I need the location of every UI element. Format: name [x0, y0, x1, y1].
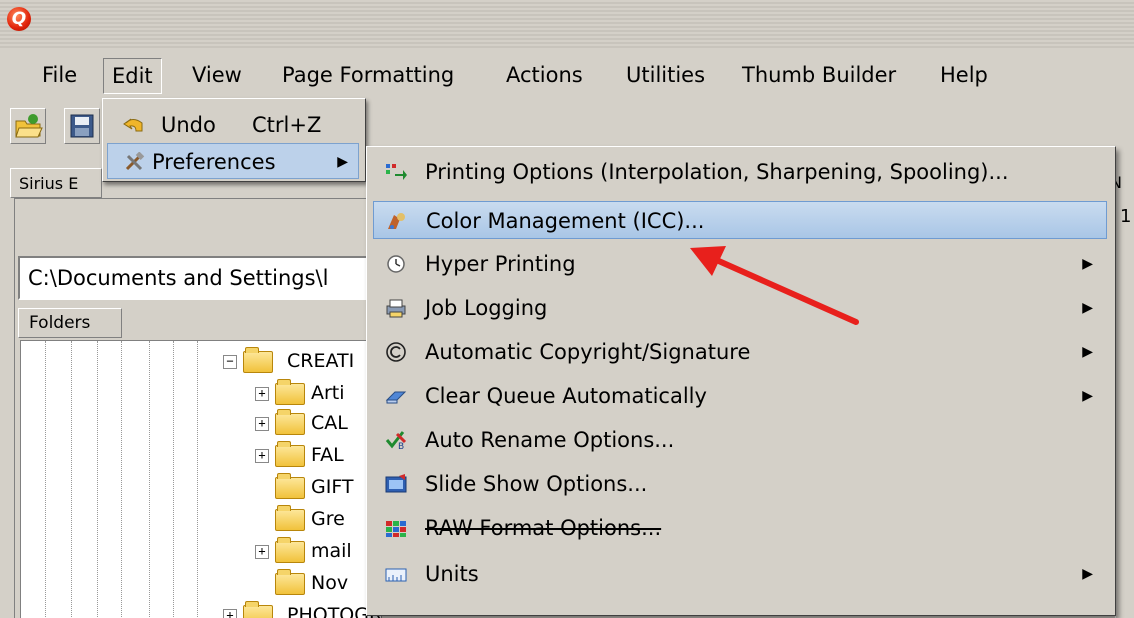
menu-item-automatic-copyright[interactable]: Automatic Copyright/Signature ▶: [373, 333, 1107, 371]
color-management-label: Color Management (ICC)...: [426, 209, 705, 233]
hyper-printing-clock-icon: [387, 255, 405, 273]
menu-view[interactable]: View: [184, 58, 250, 92]
folder-icon: [275, 379, 305, 405]
slideshow-icon: [385, 474, 407, 493]
undo-shortcut: Ctrl+Z: [252, 113, 322, 137]
submenu-arrow-icon: ▶: [337, 154, 348, 170]
collapse-icon[interactable]: −: [223, 355, 237, 369]
tab-folders[interactable]: Folders: [18, 308, 122, 338]
color-management-icon: [388, 213, 405, 229]
units-label: Units: [425, 562, 479, 586]
folder-icon: [243, 347, 273, 373]
folder-icon: [275, 537, 305, 563]
submenu-arrow-icon: ▶: [1082, 300, 1093, 316]
copyright-icon: [386, 342, 406, 362]
folder-tree[interactable]: − CREATI + Arti + CAL + FAL GIFT Gre + m…: [20, 340, 382, 618]
folder-icon: [275, 473, 305, 499]
menu-item-hyper-printing[interactable]: Hyper Printing ▶: [373, 245, 1107, 283]
menu-item-job-logging[interactable]: Job Logging ▶: [373, 289, 1107, 327]
menu-item-clear-queue[interactable]: Clear Queue Automatically ▶: [373, 377, 1107, 415]
folder-icon: [243, 601, 273, 618]
menu-item-color-management[interactable]: Color Management (ICC)...: [373, 201, 1107, 239]
automatic-copyright-label: Automatic Copyright/Signature: [425, 340, 751, 364]
job-logging-label: Job Logging: [425, 296, 548, 320]
menu-help[interactable]: Help: [932, 58, 996, 92]
edit-menu-dropdown: Undo Ctrl+Z Preferences ▶: [102, 98, 366, 182]
folder-icon: [275, 505, 305, 531]
menu-page-formatting[interactable]: Page Formatting: [274, 58, 462, 92]
app-icon[interactable]: Q: [7, 7, 31, 31]
expand-icon[interactable]: +: [255, 417, 269, 431]
menu-item-slide-show-options[interactable]: Slide Show Options...: [373, 465, 1107, 503]
title-bar: Q: [0, 0, 1134, 50]
auto-rename-label: Auto Rename Options...: [425, 428, 675, 452]
tree-node-label: FAL: [311, 444, 344, 466]
eraser-icon: [385, 391, 407, 404]
submenu-arrow-icon: ▶: [1082, 566, 1093, 582]
menu-actions[interactable]: Actions: [498, 58, 591, 92]
submenu-arrow-icon: ▶: [1082, 388, 1093, 404]
menu-thumb-builder[interactable]: Thumb Builder: [734, 58, 904, 92]
menu-item-printing-options[interactable]: Printing Options (Interpolation, Sharpen…: [373, 153, 1107, 191]
undo-icon: [123, 118, 143, 132]
tree-node-label: Gre: [311, 508, 345, 530]
expand-icon[interactable]: +: [255, 449, 269, 463]
tab-sirius[interactable]: Sirius E: [10, 168, 102, 198]
menu-item-raw-format-options[interactable]: RAW Format Options...: [373, 509, 1107, 547]
folder-icon: [275, 569, 305, 595]
tree-node-label: Nov: [311, 572, 349, 594]
menu-item-auto-rename[interactable]: B Auto Rename Options...: [373, 421, 1107, 459]
menu-file[interactable]: File: [34, 58, 85, 92]
menu-bar: File Edit View Page Formatting Actions U…: [0, 52, 1134, 100]
printing-options-icon: [386, 164, 407, 180]
tree-node-label: CAL: [311, 412, 348, 434]
folder-icon: [275, 409, 305, 435]
tree-node-label: GIFT: [311, 476, 354, 498]
expand-icon[interactable]: +: [223, 609, 237, 618]
open-button[interactable]: [10, 108, 46, 144]
hyper-printing-label: Hyper Printing: [425, 252, 576, 276]
menu-item-units[interactable]: Units ▶: [373, 555, 1107, 593]
menu-item-preferences[interactable]: Preferences ▶: [107, 143, 359, 179]
clear-queue-label: Clear Queue Automatically: [425, 384, 707, 408]
submenu-arrow-icon: ▶: [1082, 256, 1093, 272]
svg-text:B: B: [398, 442, 404, 450]
tools-icon: [125, 152, 145, 171]
raw-format-options-label: RAW Format Options...: [425, 516, 662, 540]
tree-node-label: Arti: [311, 382, 345, 404]
partial-number-right: 1: [1120, 206, 1132, 227]
menu-utilities[interactable]: Utilities: [618, 58, 713, 92]
tree-node-label: CREATI: [287, 350, 355, 372]
job-logging-printer-icon: [386, 299, 406, 318]
preferences-submenu: Printing Options (Interpolation, Sharpen…: [366, 146, 1116, 616]
auto-rename-icon: B: [385, 431, 407, 450]
open-folder-icon: [15, 114, 43, 138]
save-button[interactable]: [64, 108, 100, 144]
folder-icon: [275, 441, 305, 467]
menu-edit[interactable]: Edit: [103, 58, 162, 94]
slide-show-options-label: Slide Show Options...: [425, 472, 648, 496]
save-disk-icon: [70, 114, 94, 138]
app-icon-letter: Q: [11, 9, 27, 29]
menu-item-undo[interactable]: Undo Ctrl+Z: [107, 107, 359, 143]
units-ruler-icon: [385, 568, 407, 582]
submenu-arrow-icon: ▶: [1082, 344, 1093, 360]
raw-format-icon: [386, 521, 406, 537]
undo-label: Undo: [161, 113, 216, 137]
expand-icon[interactable]: +: [255, 545, 269, 559]
printing-options-label: Printing Options (Interpolation, Sharpen…: [425, 160, 1009, 184]
tree-node-label: mail: [311, 540, 352, 562]
expand-icon[interactable]: +: [255, 387, 269, 401]
preferences-label: Preferences: [152, 150, 276, 174]
